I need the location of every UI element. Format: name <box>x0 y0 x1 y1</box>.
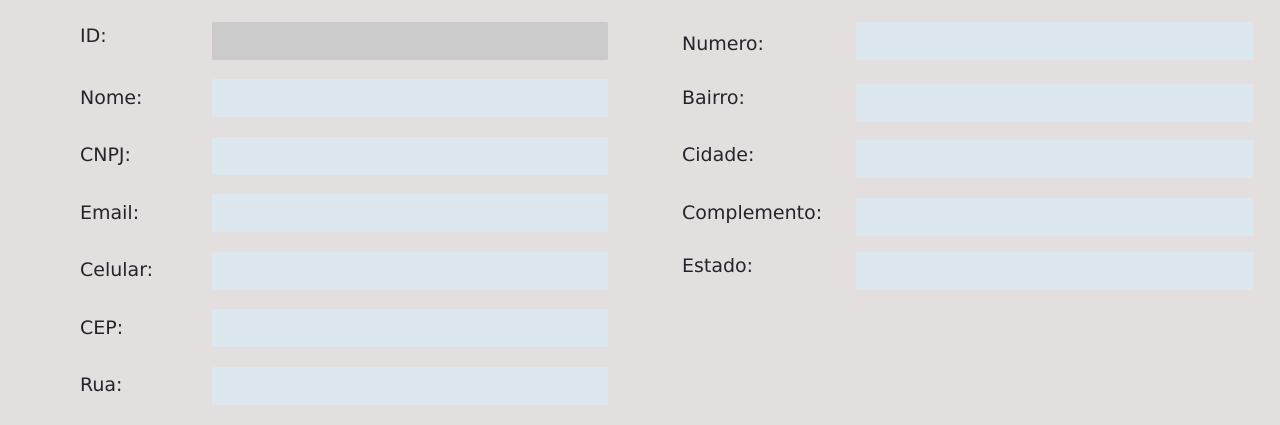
rua-field[interactable] <box>212 367 608 405</box>
nome-label: Nome: <box>80 87 143 109</box>
email-label: Email: <box>80 202 140 224</box>
cnpj-field[interactable] <box>212 137 608 175</box>
estado-label: Estado: <box>682 255 754 277</box>
bairro-label: Bairro: <box>682 87 745 109</box>
numero-field[interactable] <box>856 22 1253 60</box>
celular-field[interactable] <box>212 252 608 290</box>
cidade-label: Cidade: <box>682 144 755 166</box>
numero-label: Numero: <box>682 33 764 55</box>
company-form: ID: Nome: CNPJ: Email: Celular: CEP: Rua… <box>0 0 1280 425</box>
estado-field[interactable] <box>856 252 1253 290</box>
bairro-field[interactable] <box>856 84 1253 122</box>
nome-field[interactable] <box>212 79 608 117</box>
id-label: ID: <box>80 25 107 47</box>
cep-field[interactable] <box>212 309 608 347</box>
rua-label: Rua: <box>80 374 123 396</box>
complemento-label: Complemento: <box>682 202 823 224</box>
cidade-field[interactable] <box>856 140 1253 178</box>
cep-label: CEP: <box>80 317 124 339</box>
celular-label: Celular: <box>80 259 154 281</box>
id-field <box>212 22 608 60</box>
complemento-field[interactable] <box>856 198 1253 236</box>
cnpj-label: CNPJ: <box>80 144 131 166</box>
email-field[interactable] <box>212 194 608 232</box>
